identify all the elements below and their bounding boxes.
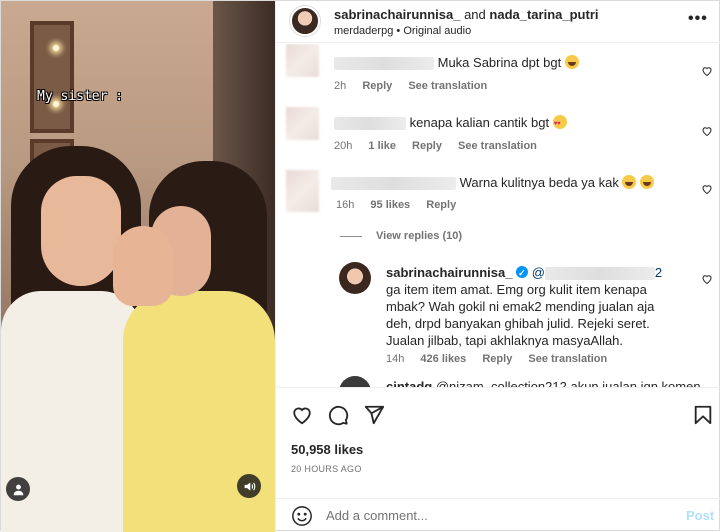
- tagged-users-button[interactable]: [6, 477, 30, 501]
- video-person-left-face: [41, 176, 121, 286]
- post-comment-button[interactable]: Post: [686, 508, 714, 523]
- audio-separator: •: [396, 25, 401, 37]
- reply-mention[interactable]: @2: [531, 265, 663, 281]
- comment-text: Muka Sabrina dpt bgt: [437, 55, 562, 70]
- smile-icon: [292, 506, 312, 526]
- heart-icon[interactable]: [701, 64, 713, 77]
- comment-likes[interactable]: 95 likes: [370, 199, 410, 211]
- comment-likes[interactable]: 1 like: [368, 140, 396, 152]
- reply-text: cintadg @nizam_collection212 akun jualan…: [386, 378, 706, 387]
- comments-list[interactable]: Muka Sabrina dpt bgt 2h Reply See transl…: [276, 44, 720, 387]
- laughing-emoji-icon: [640, 175, 655, 189]
- add-comment-bar: Post: [276, 498, 720, 532]
- see-translation-button[interactable]: See translation: [528, 353, 607, 365]
- post-header: sabrinachairunnisa_ and nada_tarina_putr…: [276, 1, 720, 43]
- reply-username[interactable]: sabrinachairunnisa_: [386, 265, 512, 280]
- share-icon: [364, 405, 385, 425]
- reply-button[interactable]: Reply: [412, 140, 442, 152]
- comment-username-redacted[interactable]: [334, 57, 434, 71]
- post-actions: 50,958 likes 20 HOURS AGO: [276, 387, 720, 487]
- volume-icon: [244, 481, 255, 491]
- heart-eyes-emoji-icon: [552, 115, 567, 133]
- bookmark-icon: [694, 405, 712, 425]
- mute-button[interactable]: [237, 474, 261, 498]
- more-icon[interactable]: •••: [688, 10, 708, 28]
- author-username[interactable]: sabrinachairunnisa_: [334, 7, 460, 22]
- video-lamp: [53, 45, 59, 51]
- mention-end: 2: [654, 265, 663, 280]
- audio-user[interactable]: merdaderpg: [334, 25, 393, 37]
- avatar[interactable]: [286, 107, 319, 140]
- video-caption-overlay: My sister :: [37, 89, 124, 104]
- comment-button[interactable]: [327, 404, 351, 428]
- reply-button[interactable]: Reply: [362, 80, 392, 92]
- emoji-button[interactable]: [291, 505, 313, 527]
- comment-text-line: Muka Sabrina dpt bgt: [334, 54, 579, 71]
- like-count[interactable]: 50,958 likes: [291, 442, 363, 457]
- avatar[interactable]: [290, 6, 320, 36]
- post-date[interactable]: 20 HOURS AGO: [291, 464, 362, 474]
- post-video[interactable]: My sister :: [1, 1, 275, 532]
- comment-meta: 16h 95 likes Reply: [336, 199, 469, 211]
- see-translation-button[interactable]: See translation: [408, 80, 487, 92]
- mention-at: @: [531, 265, 545, 280]
- comment-time[interactable]: 20h: [334, 140, 352, 152]
- view-replies-divider: [340, 235, 362, 237]
- avatar[interactable]: [286, 170, 319, 212]
- audio-info: merdaderpg • Original audio: [334, 25, 471, 37]
- reply-likes[interactable]: 426 likes: [420, 353, 466, 365]
- laughing-emoji-icon: [564, 55, 579, 69]
- view-replies-button[interactable]: View replies (10): [340, 230, 462, 242]
- post-authors: sabrinachairunnisa_ and nada_tarina_putr…: [334, 7, 599, 22]
- comment-meta: 2h Reply See translation: [334, 80, 500, 92]
- laughing-emoji-icon: [622, 175, 637, 189]
- heart-icon[interactable]: [701, 272, 713, 285]
- heart-icon[interactable]: [701, 124, 713, 137]
- see-translation-button[interactable]: See translation: [458, 140, 537, 152]
- comment-input[interactable]: [326, 508, 646, 523]
- reply-text: sabrinachairunnisa_ @2 ga item item amat…: [386, 264, 676, 349]
- like-button[interactable]: [291, 404, 315, 428]
- post-dialog: My sister : sabrinachairunnisa_ and nada…: [0, 0, 720, 532]
- author-joiner: and: [464, 7, 486, 22]
- save-button[interactable]: [692, 404, 716, 428]
- comment-icon: [328, 405, 349, 426]
- post-side-panel: sabrinachairunnisa_ and nada_tarina_putr…: [275, 1, 720, 532]
- reply-button[interactable]: Reply: [482, 353, 512, 365]
- mention-redacted: [544, 267, 655, 281]
- reply-meta: 14h 426 likes Reply See translation: [386, 353, 620, 365]
- comment-text: kenapa kalian cantik bgt: [409, 115, 550, 130]
- view-replies-label: View replies (10): [376, 230, 463, 242]
- reply-body: ga item item amat. Emg org kulit item ke…: [386, 282, 655, 348]
- user-icon: [13, 484, 23, 495]
- comment-text: Warna kulitnya beda ya kak: [459, 175, 619, 190]
- avatar[interactable]: [339, 262, 371, 294]
- reply-time[interactable]: 14h: [386, 353, 404, 365]
- audio-label[interactable]: Original audio: [403, 25, 471, 37]
- comment-time[interactable]: 2h: [334, 80, 346, 92]
- share-button[interactable]: [363, 404, 387, 428]
- comment-username-redacted[interactable]: [334, 117, 406, 131]
- reply-button[interactable]: Reply: [426, 199, 456, 211]
- comment-time[interactable]: 16h: [336, 199, 354, 211]
- reply-username[interactable]: cintadg: [386, 379, 432, 387]
- video-hands: [113, 226, 173, 306]
- avatar[interactable]: [286, 44, 319, 77]
- collaborator-username[interactable]: nada_tarina_putri: [489, 7, 598, 22]
- verified-icon: [516, 265, 529, 282]
- avatar[interactable]: [339, 376, 371, 387]
- heart-icon[interactable]: [701, 182, 713, 195]
- comment-text-line: Warna kulitnya beda ya kak: [331, 174, 655, 191]
- comment-username-redacted[interactable]: [331, 177, 456, 191]
- comment-text-line: kenapa kalian cantik bgt: [334, 114, 567, 133]
- reply-body: @nizam_collection212 akun jualan jgn kom…: [435, 379, 701, 387]
- comment-meta: 20h 1 like Reply See translation: [334, 140, 550, 152]
- video-door-frame: [30, 21, 74, 133]
- heart-icon: [293, 407, 311, 425]
